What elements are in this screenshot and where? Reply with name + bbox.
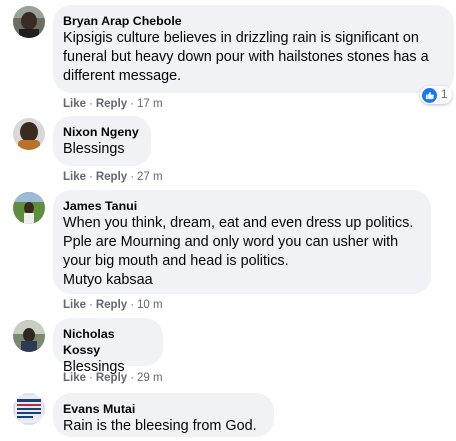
comment-time[interactable]: 17 m	[137, 98, 163, 110]
comment-text: Blessings	[63, 141, 125, 157]
reply-link[interactable]: Reply	[96, 98, 127, 110]
comment-text-line: Mutyo kabsaa	[63, 272, 153, 288]
comment-actions: Like · Reply · 29 m	[63, 372, 163, 384]
avatar[interactable]	[13, 118, 45, 150]
comment-text: When you think, dream, eat and even dres…	[63, 215, 414, 269]
like-link[interactable]: Like	[63, 98, 86, 110]
comment-bubble: Evans Mutai Rain is the bleesing from Go…	[53, 393, 274, 437]
reaction-count: 1	[441, 89, 448, 101]
comment-author[interactable]: James Tanui	[63, 198, 419, 214]
comment-actions: Like · Reply · 17 m	[63, 98, 163, 110]
like-link[interactable]: Like	[63, 372, 86, 384]
comment-bubble: Nicholas Kossy Blessings	[53, 318, 163, 375]
comment-author[interactable]: Nixon Ngeny	[63, 124, 139, 140]
comment-actions: Like · Reply · 10 m	[63, 299, 163, 311]
comment-time[interactable]: 10 m	[137, 299, 163, 311]
like-link[interactable]: Like	[63, 299, 86, 311]
comment-author[interactable]: Bryan Arap Chebole	[63, 13, 442, 29]
avatar[interactable]	[13, 6, 45, 38]
comment-time[interactable]: 27 m	[137, 171, 163, 183]
comment-author[interactable]: Evans Mutai	[63, 401, 262, 417]
reaction-count-badge[interactable]: 1	[420, 86, 453, 104]
comment-time[interactable]: 29 m	[137, 372, 163, 384]
comment-text: Kipsigis culture believes in drizzling r…	[63, 30, 429, 84]
comment-bubble: Nixon Ngeny Blessings	[53, 116, 151, 166]
reply-link[interactable]: Reply	[96, 299, 127, 311]
top-divider-strip	[60, 0, 390, 13]
comment-bubble: James Tanui When you think, dream, eat a…	[53, 190, 431, 294]
reply-link[interactable]: Reply	[96, 372, 127, 384]
avatar[interactable]	[13, 320, 45, 352]
reply-link[interactable]: Reply	[96, 171, 127, 183]
avatar[interactable]	[13, 192, 45, 224]
comment-author[interactable]: Nicholas Kossy	[63, 326, 151, 358]
comment-bubble: Bryan Arap Chebole Kipsigis culture beli…	[53, 5, 454, 93]
avatar[interactable]	[13, 393, 45, 425]
comment-actions: Like · Reply · 27 m	[63, 171, 163, 183]
comment-text: Rain is the bleesing from God.	[63, 418, 257, 434]
like-link[interactable]: Like	[63, 171, 86, 183]
thumbs-up-icon	[422, 87, 437, 103]
